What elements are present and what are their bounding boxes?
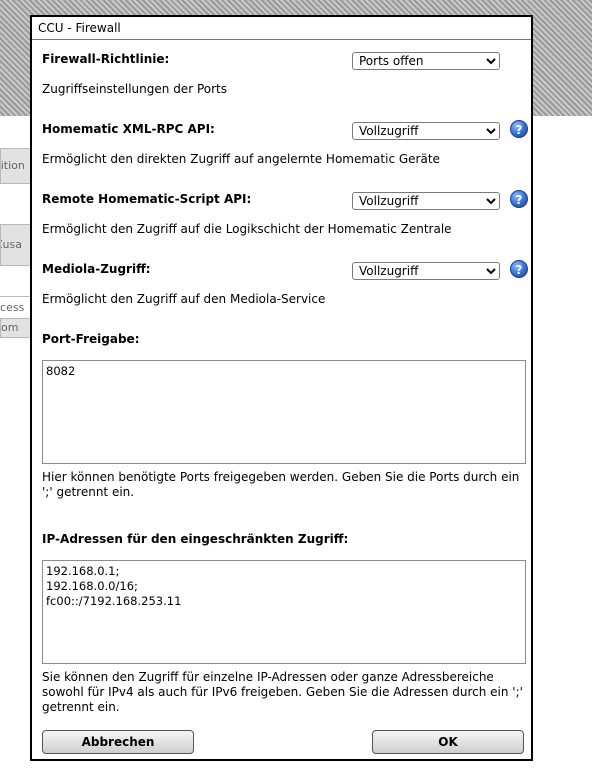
policy-select[interactable]: Ports offen xyxy=(352,52,500,70)
xmlrpc-select[interactable]: Vollzugriff xyxy=(352,122,500,140)
mediola-select[interactable]: Vollzugriff xyxy=(352,262,500,280)
background-tab-3: ccess xyxy=(0,300,34,316)
ip-label: IP-Adressen für den eingeschränkten Zugr… xyxy=(42,532,349,546)
script-api-help-icon[interactable]: ? xyxy=(510,190,528,208)
policy-description: Zugriffseinstellungen der Ports xyxy=(42,82,227,96)
script-api-select[interactable]: Vollzugriff xyxy=(352,192,500,210)
ports-hint: Hier können benötigte Ports freigegeben … xyxy=(42,470,520,499)
xmlrpc-description: Ermöglicht den direkten Zugriff auf ange… xyxy=(42,152,440,166)
ip-hint: Sie können den Zugriff für einzelne IP-A… xyxy=(42,670,523,714)
ip-textarea[interactable]: 192.168.0.1; 192.168.0.0/16; fc00::/7192… xyxy=(42,560,526,664)
ports-label: Port-Freigabe: xyxy=(42,332,140,346)
script-api-description: Ermöglicht den Zugriff auf die Logikschi… xyxy=(42,222,452,236)
firewall-dialog: CCU - Firewall Firewall-Richtlinie: Port… xyxy=(30,15,533,761)
dialog-title: CCU - Firewall xyxy=(32,17,531,40)
ports-textarea[interactable]: 8082 xyxy=(42,360,526,464)
xmlrpc-help-icon[interactable]: ? xyxy=(510,120,528,138)
mediola-description: Ermöglicht den Zugriff auf den Mediola-S… xyxy=(42,292,326,306)
mediola-help-icon[interactable]: ? xyxy=(510,260,528,278)
ok-button[interactable]: OK xyxy=(372,730,524,754)
cancel-button[interactable]: Abbrechen xyxy=(42,730,194,754)
background-divider xyxy=(0,296,34,297)
